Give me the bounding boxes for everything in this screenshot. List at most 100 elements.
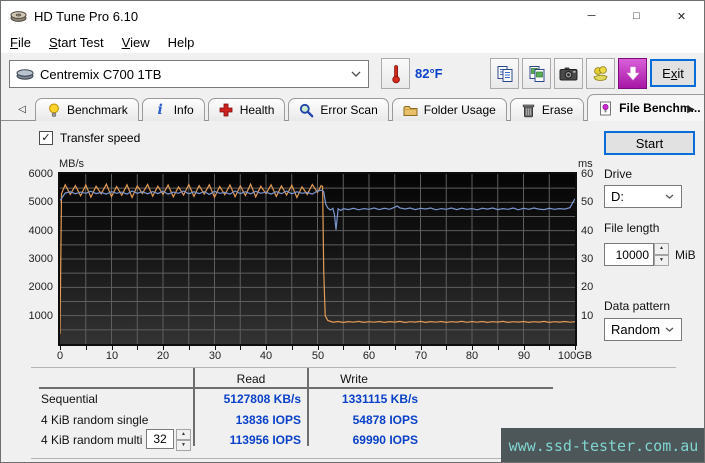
x-axis-tick: 90 — [517, 350, 531, 362]
toolbar: Centremix C700 1TB 82°F E x it — [1, 53, 704, 96]
screenshot-button[interactable] — [554, 58, 583, 89]
x-axis-tickmark — [189, 346, 190, 350]
temperature-button[interactable] — [381, 58, 410, 89]
copy-image-icon — [529, 65, 544, 82]
menu-help[interactable]: Help — [159, 35, 204, 50]
x-axis-tickmark — [163, 346, 164, 350]
x-axis-tickmark — [112, 346, 113, 350]
x-axis-tickmark — [395, 346, 396, 350]
row-label-sequential: Sequential — [41, 392, 98, 406]
save-results-button[interactable] — [618, 58, 647, 89]
random-single-read-value: 13836 IOPS — [235, 413, 301, 427]
x-axis-tickmark — [60, 346, 61, 350]
drive-label: Drive — [604, 167, 633, 181]
x-axis-tickmark — [343, 346, 344, 350]
x-axis-tick: 30 — [208, 350, 222, 362]
tab-label: Erase — [541, 103, 574, 117]
thermometer-icon — [391, 64, 400, 83]
x-axis-tick: 50 — [311, 350, 325, 362]
tab-label: Benchmark — [67, 103, 128, 117]
temperature-value: 82°F — [415, 66, 443, 81]
exit-button[interactable]: Ex it — [650, 59, 696, 87]
right-axis-tick: 60 — [581, 168, 594, 180]
tab-label: Info — [173, 103, 194, 117]
lightbulb-icon — [46, 103, 61, 118]
menu-start-test[interactable]: Start Test — [40, 35, 113, 50]
copy-text-icon — [497, 65, 512, 82]
close-button[interactable]: ✕ — [659, 1, 704, 31]
tab-benchmark[interactable]: Benchmark — [35, 98, 139, 121]
x-axis-tick: 40 — [259, 350, 273, 362]
drive-select-combobox[interactable]: Centremix C700 1TB — [9, 60, 369, 88]
x-axis-tickmark — [137, 346, 138, 350]
tab-info[interactable]: i Info — [141, 98, 205, 121]
x-axis-tickmark — [575, 346, 576, 350]
x-axis-tick: 0 — [56, 350, 64, 362]
copy-text-button[interactable] — [490, 58, 519, 89]
right-axis-tick: 10 — [581, 310, 594, 322]
left-axis-tick: 3000 — [28, 253, 53, 265]
tab-scroll-right-icon[interactable]: ▶ — [682, 100, 700, 118]
drive-disk-icon — [16, 69, 34, 80]
tab-erase[interactable]: Erase — [509, 98, 585, 121]
file-length-spinner[interactable]: ▲ ▼ — [654, 243, 669, 266]
donate-button[interactable] — [586, 58, 615, 89]
chevron-down-icon — [665, 327, 681, 332]
window-title: HD Tune Pro 6.10 — [34, 8, 139, 24]
chevron-down-icon — [351, 71, 368, 77]
watermark: www.ssd-tester.com.au — [501, 428, 704, 462]
x-axis-tickmark — [215, 346, 216, 350]
left-axis-tick: 4000 — [28, 225, 53, 237]
tab-label: Error Scan — [320, 103, 378, 117]
spinner-up-icon[interactable]: ▲ — [654, 243, 669, 255]
x-axis-tick: 20 — [156, 350, 170, 362]
minimize-button[interactable]: ─ — [569, 1, 614, 31]
trash-icon — [521, 103, 536, 118]
magnifier-icon — [299, 103, 314, 118]
write-column-header: Write — [340, 372, 368, 386]
tab-label: Folder Usage — [423, 103, 496, 117]
menu-view[interactable]: View — [113, 35, 159, 50]
drive-select-value: Centremix C700 1TB — [40, 66, 162, 82]
x-axis-tickmark — [369, 346, 370, 350]
tabstrip: ◁ Benchmark i Info Health Error Scan Fol… — [1, 94, 704, 121]
left-axis-tick: 2000 — [28, 281, 53, 293]
x-axis-tick: 80 — [465, 350, 479, 362]
menu-file[interactable]: File — [1, 35, 40, 50]
transfer-speed-label: Transfer speed — [60, 131, 141, 145]
left-axis-tick: 6000 — [28, 168, 53, 180]
chevron-down-icon — [665, 194, 681, 199]
x-axis-tick: 70 — [414, 350, 428, 362]
x-axis-tickmark — [266, 346, 267, 350]
spinner-down-icon[interactable]: ▼ — [654, 254, 669, 266]
tab-scroll-left-icon[interactable]: ◁ — [13, 100, 31, 118]
tab-health[interactable]: Health — [207, 98, 286, 121]
x-axis-tick: 10 — [105, 350, 119, 362]
tab-folder-usage[interactable]: Folder Usage — [391, 98, 507, 121]
left-axis-unit: MB/s — [59, 158, 85, 170]
queue-depth-input[interactable]: 32 — [146, 429, 174, 449]
random-single-write-value: 54878 IOPS — [352, 413, 418, 427]
camera-icon — [559, 67, 578, 80]
transfer-speed-checkbox[interactable]: ✓ — [39, 131, 53, 145]
table-top-divider — [31, 367, 676, 368]
tab-error-scan[interactable]: Error Scan — [288, 98, 389, 121]
random-multi-write-value: 69990 IOPS — [352, 433, 418, 447]
file-length-label: File length — [604, 221, 660, 235]
start-button[interactable]: Start — [604, 131, 695, 155]
file-length-input[interactable]: 10000 — [604, 243, 654, 266]
data-pattern-combobox[interactable]: Random — [604, 318, 682, 341]
sequential-write-value: 1331115 KB/s — [341, 392, 418, 406]
table-header-divider — [39, 387, 553, 389]
file-benchmark-panel: ✓ Transfer speed MB/s ms Start Drive D: … — [1, 121, 704, 462]
folder-icon — [403, 103, 418, 118]
copy-image-button[interactable] — [522, 58, 551, 89]
drive-value: D: — [611, 189, 624, 204]
x-axis-tickmark — [498, 346, 499, 350]
random-multi-read-value: 113956 IOPS — [229, 433, 301, 447]
left-axis-tick: 1000 — [28, 310, 53, 322]
drive-combobox[interactable]: D: — [604, 185, 682, 208]
table-column-divider — [307, 368, 309, 446]
donate-hand-icon — [592, 66, 608, 81]
maximize-button[interactable]: □ — [614, 1, 659, 31]
